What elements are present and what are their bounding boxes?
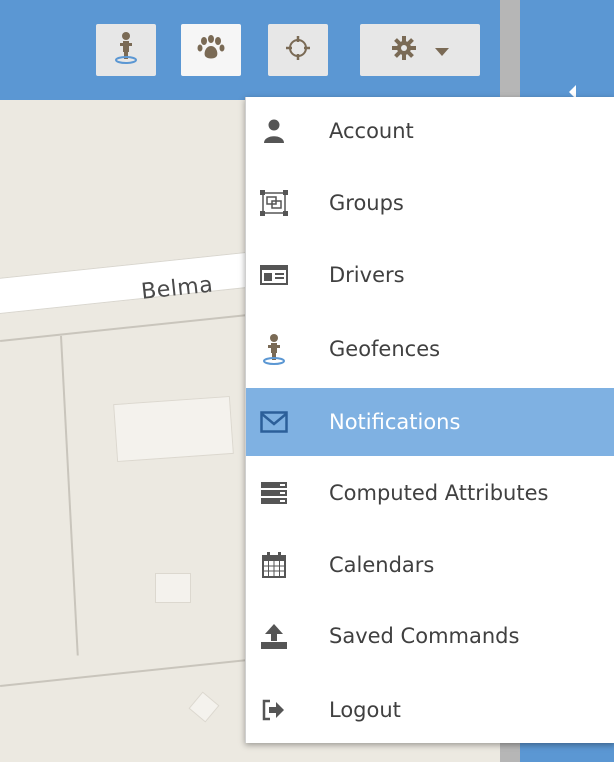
- menu-item-label: Groups: [329, 191, 404, 215]
- menu-item-label: Geofences: [329, 337, 441, 361]
- geofence-icon: [260, 334, 288, 365]
- geofence-icon: [113, 31, 139, 69]
- building: [188, 691, 220, 723]
- side-panel-header: [520, 0, 614, 100]
- building: [113, 395, 234, 463]
- groups-icon: [260, 189, 288, 217]
- geofence-tool-button[interactable]: [96, 24, 156, 76]
- sign-out-icon: [260, 696, 288, 724]
- server-icon: [260, 479, 288, 507]
- menu-item-geofences[interactable]: Geofences: [246, 315, 614, 383]
- menu-item-computed-attributes[interactable]: Computed Attributes: [246, 459, 614, 527]
- menu-item-label: Logout: [329, 698, 401, 722]
- menu-item-label: Drivers: [329, 263, 405, 287]
- settings-menu: Account Groups Drivers Geofences Notific…: [245, 97, 614, 743]
- building: [155, 573, 191, 603]
- menu-item-calendars[interactable]: Calendars: [246, 531, 614, 599]
- menu-item-label: Account: [329, 119, 414, 143]
- menu-item-label: Notifications: [329, 410, 461, 434]
- menu-item-saved-commands[interactable]: Saved Commands: [246, 602, 614, 670]
- collapse-panel-button[interactable]: [568, 84, 582, 99]
- id-card-icon: [260, 261, 288, 289]
- crosshair-icon: [284, 34, 312, 66]
- paw-icon: [197, 35, 225, 65]
- calendar-icon: [260, 551, 288, 579]
- envelope-icon: [260, 408, 288, 436]
- menu-item-account[interactable]: Account: [246, 97, 614, 165]
- menu-item-label: Calendars: [329, 553, 435, 577]
- user-icon: [260, 117, 288, 145]
- menu-item-logout[interactable]: Logout: [246, 676, 614, 744]
- menu-item-drivers[interactable]: Drivers: [246, 241, 614, 309]
- caret-down-icon: [435, 41, 449, 60]
- parcel-boundary: [60, 335, 79, 656]
- map-toolbar: [0, 0, 500, 100]
- parcel-boundary: [0, 657, 259, 687]
- menu-item-notifications[interactable]: Notifications: [246, 388, 614, 456]
- gear-icon: [391, 35, 417, 65]
- menu-item-label: Saved Commands: [329, 624, 520, 648]
- menu-item-label: Computed Attributes: [329, 481, 549, 505]
- settings-dropdown-button[interactable]: [360, 24, 480, 76]
- menu-item-groups[interactable]: Groups: [246, 169, 614, 237]
- parcel-boundary: [0, 312, 259, 342]
- upload-icon: [260, 622, 288, 650]
- paw-tool-button[interactable]: [181, 24, 241, 76]
- locate-tool-button[interactable]: [268, 24, 328, 76]
